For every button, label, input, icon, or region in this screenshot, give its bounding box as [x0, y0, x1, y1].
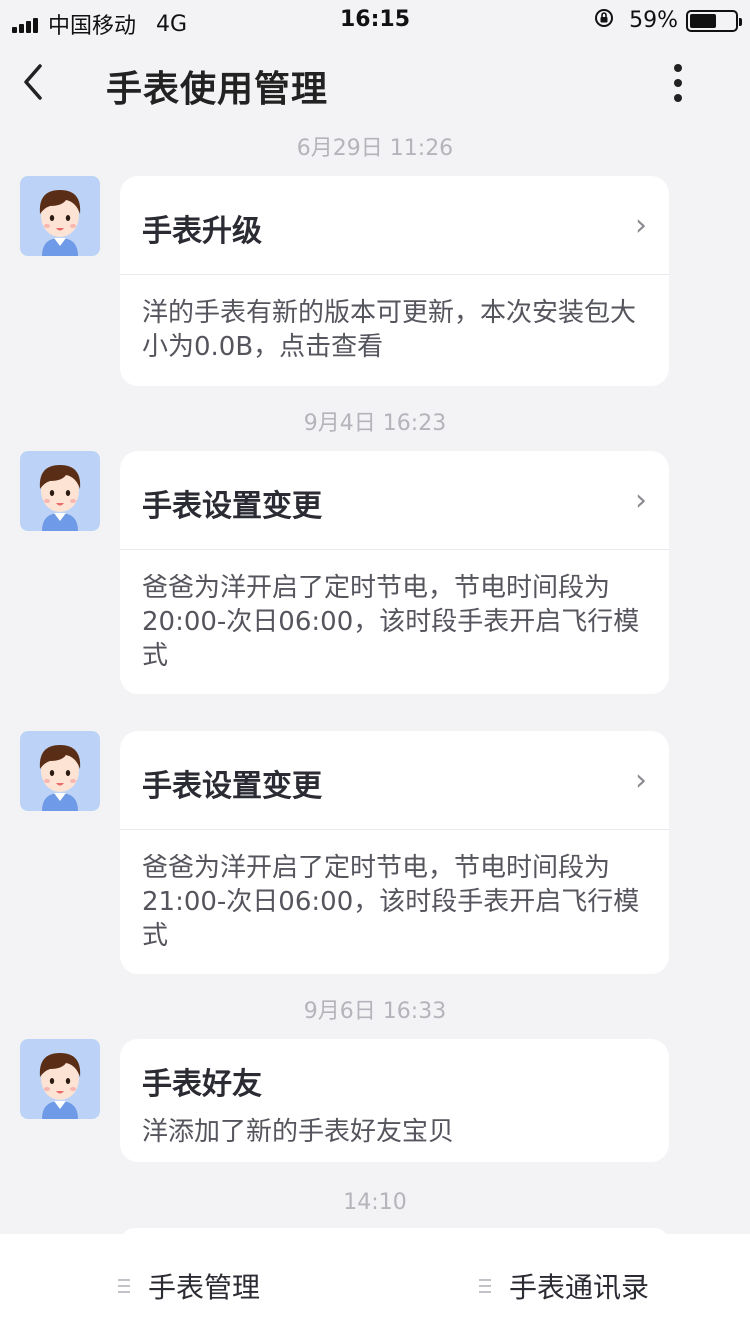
chevron-left-icon	[18, 60, 58, 104]
status-right: 59%	[593, 7, 742, 34]
more-vertical-icon	[674, 64, 682, 102]
avatar	[20, 731, 100, 811]
nav-bar: 手表使用管理	[0, 40, 750, 128]
message-timestamp: 9月4日 16:23	[303, 411, 447, 436]
battery-percent: 59%	[629, 8, 678, 33]
chevron-right-icon: ›	[635, 763, 647, 798]
watch-contacts-label: 手表通讯录	[509, 1271, 650, 1304]
message-card-upgrade[interactable]: 手表升级 › 洋的手表有新的版本可更新，本次安装包大小为0.0B，点击查看	[120, 176, 669, 386]
rotation-lock-icon	[593, 7, 615, 34]
boy-avatar-icon	[39, 465, 81, 531]
avatar	[20, 451, 100, 531]
card-title: 手表设置变更	[142, 489, 322, 524]
message-card-settings[interactable]: 手表设置变更 › 爸爸为洋开启了定时节电，节电时间段为20:00-次日06:00…	[120, 451, 669, 694]
card-divider	[120, 549, 669, 550]
card-title: 手表升级	[142, 214, 262, 249]
message-card-settings[interactable]: 手表设置变更 › 爸爸为洋开启了定时节电，节电时间段为21:00-次日06:00…	[120, 731, 669, 974]
more-button[interactable]	[662, 64, 694, 108]
avatar	[20, 176, 100, 256]
card-body: 洋的手表有新的版本可更新，本次安装包大小为0.0B，点击查看	[142, 298, 637, 362]
chevron-right-icon: ›	[635, 208, 647, 243]
card-divider	[120, 274, 669, 275]
card-body: 洋添加了新的手表好友宝贝	[142, 1117, 455, 1147]
bottom-bar: 手表管理 手表通讯录	[0, 1234, 750, 1334]
watch-management-button[interactable]: 手表管理	[118, 1266, 260, 1306]
status-bar: 中国移动 4G 16:15 59%	[0, 0, 750, 40]
message-card-friend[interactable]: 手表好友 洋添加了新的手表好友宝贝	[120, 1039, 669, 1162]
message-timestamp: 6月29日 11:26	[296, 136, 454, 161]
message-timestamp: 14:10	[343, 1190, 407, 1215]
watch-contacts-button[interactable]: 手表通讯录	[479, 1266, 649, 1306]
card-divider	[120, 829, 669, 830]
page-title: 手表使用管理	[106, 69, 329, 110]
chevron-right-icon: ›	[635, 483, 647, 518]
boy-avatar-icon	[39, 745, 81, 811]
avatar	[20, 1039, 100, 1119]
card-body: 爸爸为洋开启了定时节电，节电时间段为20:00-次日06:00，该时段手表开启飞…	[142, 573, 640, 671]
card-body: 爸爸为洋开启了定时节电，节电时间段为21:00-次日06:00，该时段手表开启飞…	[142, 853, 640, 951]
watch-management-label: 手表管理	[148, 1271, 261, 1304]
menu-icon	[118, 1279, 130, 1293]
card-title: 手表好友	[142, 1067, 262, 1102]
boy-avatar-icon	[39, 190, 81, 256]
back-button[interactable]	[18, 60, 58, 104]
battery-level	[690, 13, 716, 28]
boy-avatar-icon	[39, 1053, 81, 1119]
menu-icon	[479, 1279, 491, 1293]
message-timestamp: 9月6日 16:33	[303, 999, 447, 1024]
battery-icon	[686, 9, 742, 32]
card-title: 手表设置变更	[142, 769, 322, 804]
